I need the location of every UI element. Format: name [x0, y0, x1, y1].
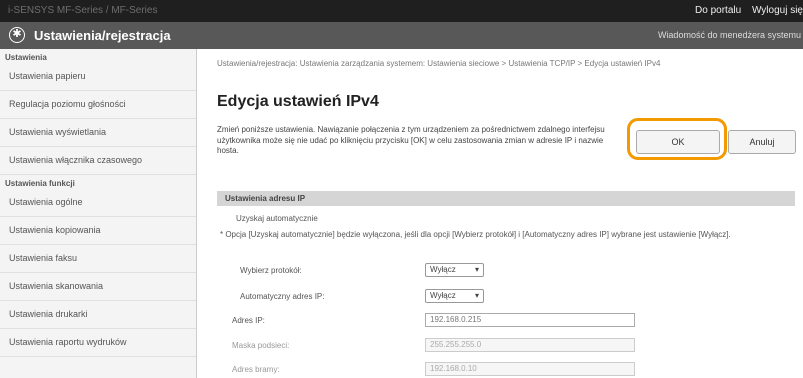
admin-message-link[interactable]: Wiadomość do menedżera systemu [658, 30, 801, 40]
sidebar-item-timer[interactable]: Ustawienia włącznika czasowego [0, 147, 196, 175]
autoip-label: Automatyczny adres IP: [240, 292, 325, 301]
ok-button[interactable]: OK [636, 130, 720, 154]
chevron-down-icon: ▾ [474, 265, 479, 274]
sidebar-group-title: Ustawienia funkcji [5, 179, 75, 188]
auto-obtain-label: Uzyskaj automatycznie [236, 214, 318, 223]
autoip-select[interactable]: Wyłącz ▾ [425, 289, 484, 303]
chevron-down-icon: ▾ [474, 291, 479, 300]
sidebar-item-printer[interactable]: Ustawienia drukarki [0, 301, 196, 329]
page-description: Zmień poniższe ustawienia. Nawiązanie po… [217, 125, 605, 155]
sidebar: Ustawienia Ustawienia papieru Regulacja … [0, 49, 197, 378]
page-title: Edycja ustawień IPv4 [217, 93, 379, 110]
sidebar-item-paper[interactable]: Ustawienia papieru [0, 63, 196, 91]
subnet-mask-label: Maska podsieci: [232, 341, 290, 350]
ip-address-field[interactable]: 192.168.0.215 [425, 313, 635, 327]
sidebar-item-volume[interactable]: Regulacja poziomu głośności [0, 91, 196, 119]
sidebar-item-copy[interactable]: Ustawienia kopiowania [0, 217, 196, 245]
sidebar-item-display[interactable]: Ustawienia wyświetlania [0, 119, 196, 147]
sidebar-item-general[interactable]: Ustawienia ogólne [0, 189, 196, 217]
gateway-field[interactable]: 192.168.0.10 [425, 362, 635, 376]
ip-address-label: Adres IP: [232, 316, 265, 325]
sidebar-item-fax[interactable]: Ustawienia faksu [0, 245, 196, 273]
top-bar: i-SENSYS MF-Series / MF-Series Do portal… [0, 0, 803, 22]
portal-link[interactable]: Do portalu [695, 5, 741, 16]
cancel-button[interactable]: Anuluj [728, 130, 796, 154]
sidebar-item-scan[interactable]: Ustawienia skanowania [0, 273, 196, 301]
protocol-label: Wybierz protokół: [240, 266, 302, 275]
autoip-value: Wyłącz [430, 291, 456, 300]
protocol-value: Wyłącz [430, 265, 456, 274]
title-bar: ✱ Ustawienia/rejestracja Wiadomość do me… [0, 22, 803, 49]
logout-link[interactable]: Wyloguj się [752, 5, 803, 16]
gateway-label: Adres bramy: [232, 365, 280, 374]
section-header: Ustawienia adresu IP [217, 191, 795, 206]
auto-note: * Opcja [Uzyskaj automatycznie] będzie w… [220, 230, 731, 239]
sidebar-group-title: Ustawienia [5, 53, 47, 62]
protocol-select[interactable]: Wyłącz ▾ [425, 263, 484, 277]
breadcrumb: Ustawienia/rejestracja: Ustawienia zarzą… [217, 59, 661, 68]
gear-icon: ✱ [9, 27, 25, 43]
subnet-mask-field[interactable]: 255.255.255.0 [425, 338, 635, 352]
app-title: Ustawienia/rejestracja [34, 28, 171, 43]
sidebar-item-report[interactable]: Ustawienia raportu wydruków [0, 329, 196, 357]
top-links: Do portalu Wyloguj się [687, 5, 803, 16]
device-model: i-SENSYS MF-Series / MF-Series [8, 5, 158, 16]
